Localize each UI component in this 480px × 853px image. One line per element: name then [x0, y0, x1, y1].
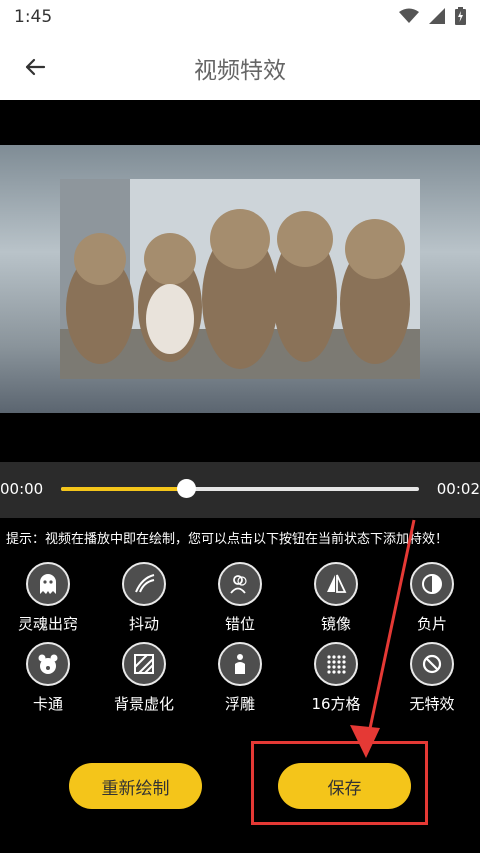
annotation-arrow-icon — [350, 519, 416, 758]
